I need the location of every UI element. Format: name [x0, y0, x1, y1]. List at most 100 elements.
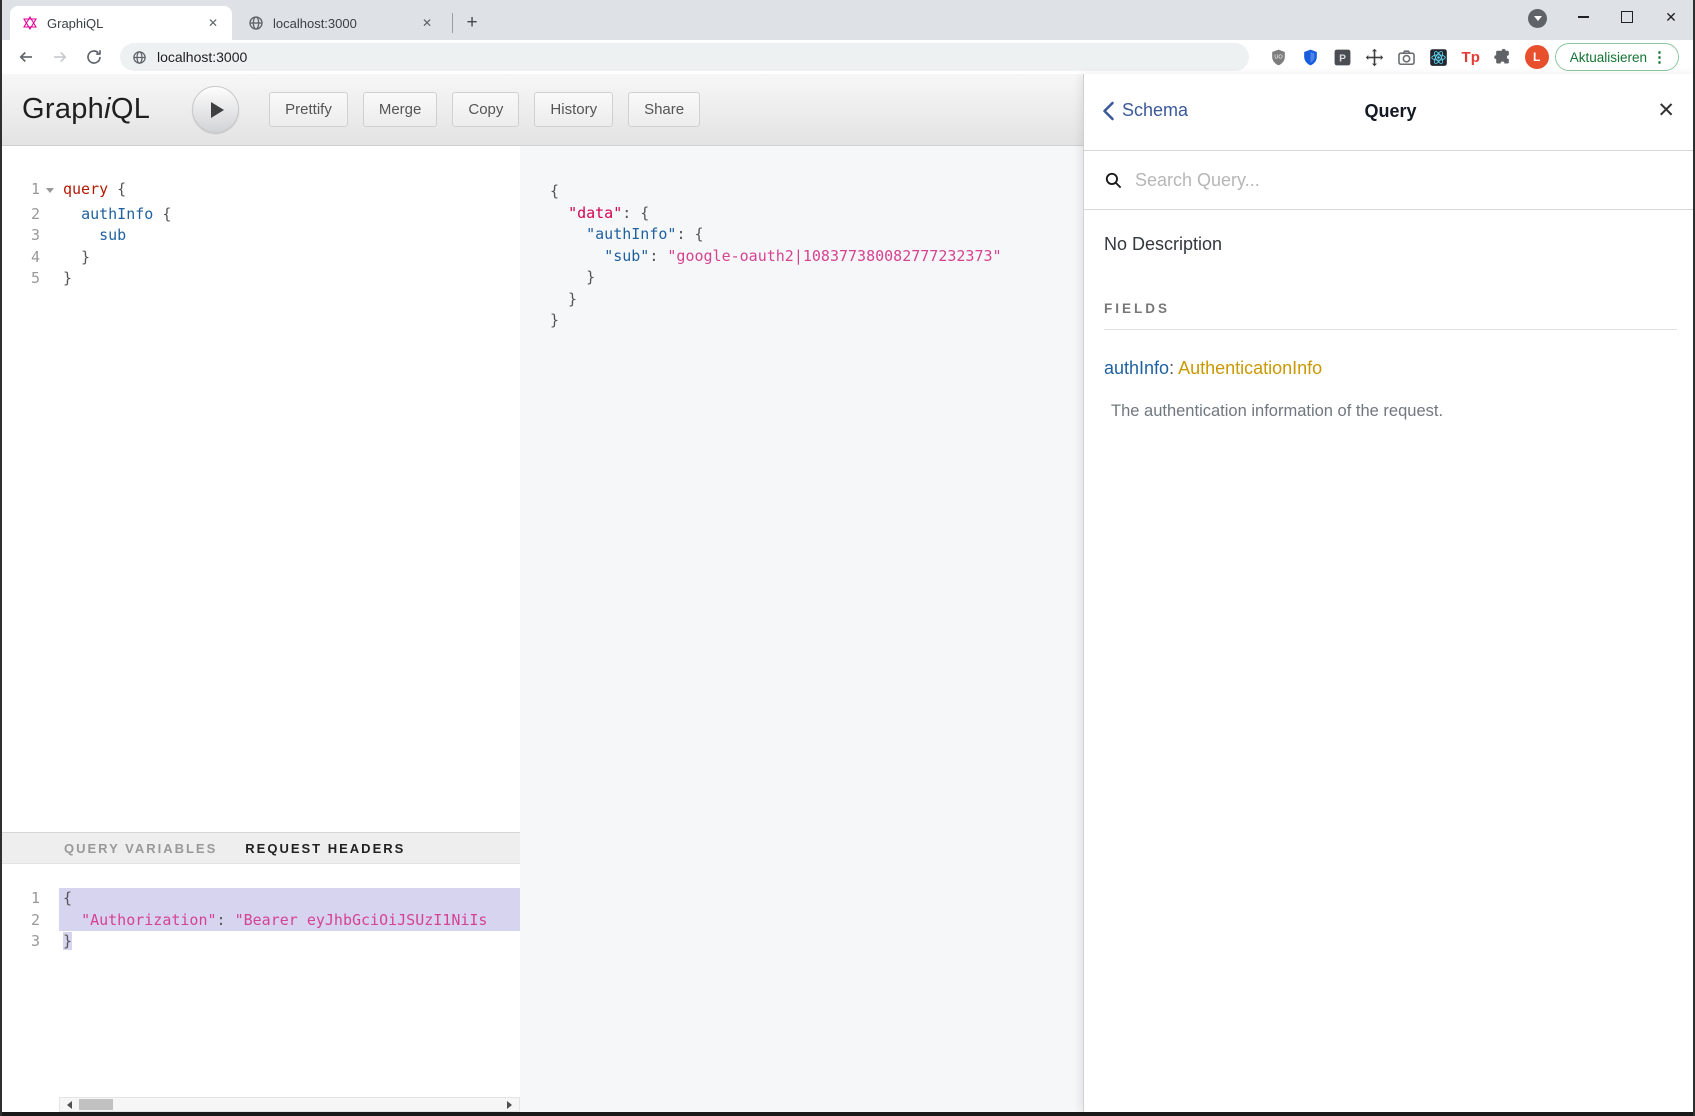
p-extension-icon[interactable]: P	[1331, 45, 1355, 69]
fold-arrow-icon[interactable]	[520, 181, 546, 203]
doc-field-description: The authentication information of the re…	[1104, 402, 1677, 421]
new-tab-button[interactable]: +	[459, 10, 485, 36]
code-text: sub	[59, 225, 520, 247]
close-button[interactable]: ✕	[1649, 2, 1693, 32]
graphiql-topbar: GraphiQL Prettify Merge Copy History Sha…	[2, 74, 1083, 146]
browser-update-badge-icon[interactable]	[1528, 9, 1547, 28]
extensions-puzzle-icon[interactable]	[1491, 45, 1515, 69]
browser-window: GraphiQL ✕ localhost:3000 ✕ + ✕	[0, 0, 1695, 1116]
code-text: {	[59, 888, 520, 910]
update-browser-button[interactable]: Aktualisieren ⋮	[1555, 43, 1679, 71]
react-devtools-extension-icon[interactable]	[1427, 45, 1451, 69]
doc-search-row	[1084, 151, 1695, 210]
copy-button[interactable]: Copy	[452, 92, 519, 127]
back-button[interactable]	[12, 43, 40, 71]
tab-graphiql[interactable]: GraphiQL ✕	[10, 6, 232, 40]
request-headers-editor[interactable]: 1{2 "Authorization": "Bearer eyJhbGciOiJ…	[2, 864, 520, 1112]
svg-text:UO: UO	[1275, 54, 1284, 60]
code-text: }	[59, 247, 520, 269]
ublock-extension-icon[interactable]: UO	[1267, 45, 1291, 69]
forward-button[interactable]	[46, 43, 74, 71]
url-text: localhost:3000	[157, 49, 247, 65]
fold-gutter	[40, 204, 59, 226]
tab-close-icon[interactable]: ✕	[204, 14, 222, 32]
code-line: "authInfo": {	[520, 224, 1083, 246]
code-text: authInfo {	[59, 204, 520, 226]
fold-gutter	[40, 910, 59, 932]
code-line: 4 }	[2, 247, 520, 269]
code-line: 2 authInfo {	[2, 204, 520, 226]
kebab-menu-icon[interactable]: ⋮	[1647, 48, 1672, 66]
query-editor[interactable]: 1query {2 authInfo {3 sub4 }5}	[2, 146, 520, 832]
doc-field-type[interactable]: AuthenticationInfo	[1178, 358, 1322, 378]
prettify-button[interactable]: Prettify	[269, 92, 348, 127]
code-text: }	[59, 268, 520, 290]
merge-button[interactable]: Merge	[363, 92, 438, 127]
doc-close-icon[interactable]: ✕	[1657, 98, 1675, 123]
code-line: 2 "Authorization": "Bearer eyJhbGciOiJSU…	[2, 910, 520, 932]
tp-extension-icon[interactable]: Tp	[1459, 45, 1483, 69]
graphiql-logo: GraphiQL	[22, 93, 150, 126]
code-line: 5}	[2, 268, 520, 290]
history-button[interactable]: History	[534, 92, 613, 127]
tab-localhost[interactable]: localhost:3000 ✕	[236, 6, 446, 40]
fold-gutter	[40, 931, 59, 953]
fold-arrow-icon[interactable]	[40, 179, 59, 204]
code-text: }	[546, 267, 1083, 289]
code-line: 3 sub	[2, 225, 520, 247]
execute-query-button[interactable]	[192, 86, 239, 133]
line-number: 4	[2, 247, 40, 269]
tab-close-icon[interactable]: ✕	[418, 14, 436, 32]
reload-button[interactable]	[80, 43, 108, 71]
minimize-button[interactable]	[1561, 2, 1605, 32]
result-pane: { "data": { "authInfo": { "sub": "google…	[520, 146, 1083, 1112]
horizontal-scrollbar[interactable]	[59, 1097, 520, 1112]
secondary-editor-tabbar[interactable]: QUERY VARIABLES REQUEST HEADERS	[2, 832, 520, 864]
svg-text:P: P	[1339, 53, 1346, 64]
doc-field-name[interactable]: authInfo	[1104, 358, 1169, 378]
line-number: 3	[2, 225, 40, 247]
doc-search-input[interactable]	[1133, 169, 1611, 192]
code-text: }	[546, 289, 1083, 311]
line-number: 2	[2, 910, 40, 932]
tab-request-headers[interactable]: REQUEST HEADERS	[245, 841, 405, 856]
bitwarden-extension-icon[interactable]	[1299, 45, 1323, 69]
code-text: "sub": "google-oauth2|108377380082777232…	[546, 246, 1083, 268]
doc-title: Query	[1084, 101, 1695, 122]
code-line: }	[520, 289, 1083, 311]
line-number: 3	[2, 931, 40, 953]
scrollbar-track[interactable]	[75, 1098, 504, 1111]
code-line: }	[520, 310, 1083, 332]
fold-gutter	[520, 310, 546, 332]
line-number: 1	[2, 888, 40, 910]
doc-body: No Description FIELDS authInfo: Authenti…	[1084, 234, 1695, 421]
share-button[interactable]: Share	[628, 92, 700, 127]
tab-query-variables[interactable]: QUERY VARIABLES	[64, 841, 217, 856]
line-number: 5	[2, 268, 40, 290]
code-line: 1{	[2, 888, 520, 910]
doc-explorer-header: Schema Query ✕	[1084, 74, 1695, 151]
scrollbar-thumb[interactable]	[79, 1099, 113, 1110]
fold-gutter	[40, 225, 59, 247]
code-text: "authInfo": {	[546, 224, 1083, 246]
line-number: 1	[2, 179, 40, 204]
address-bar[interactable]: localhost:3000	[120, 43, 1249, 71]
scroll-right-arrow[interactable]	[504, 1098, 519, 1111]
update-browser-label: Aktualisieren	[1570, 50, 1647, 65]
profile-avatar[interactable]: L	[1525, 45, 1549, 69]
scroll-left-arrow[interactable]	[60, 1098, 75, 1111]
fold-gutter	[520, 246, 546, 268]
doc-field-colon: :	[1169, 358, 1178, 378]
doc-field-row: authInfo: AuthenticationInfo	[1104, 358, 1677, 379]
move-tool-extension-icon[interactable]	[1363, 45, 1387, 69]
maximize-button[interactable]	[1605, 2, 1649, 32]
code-text: "Authorization": "Bearer eyJhbGciOiJSUzI…	[59, 910, 520, 932]
code-line: "sub": "google-oauth2|108377380082777232…	[520, 246, 1083, 268]
doc-no-description: No Description	[1104, 234, 1677, 255]
fold-gutter	[40, 268, 59, 290]
tab-title: GraphiQL	[47, 16, 204, 31]
camera-extension-icon[interactable]	[1395, 45, 1419, 69]
fold-arrow-icon[interactable]	[520, 203, 546, 225]
tab-separator	[452, 13, 453, 33]
fold-gutter	[520, 267, 546, 289]
